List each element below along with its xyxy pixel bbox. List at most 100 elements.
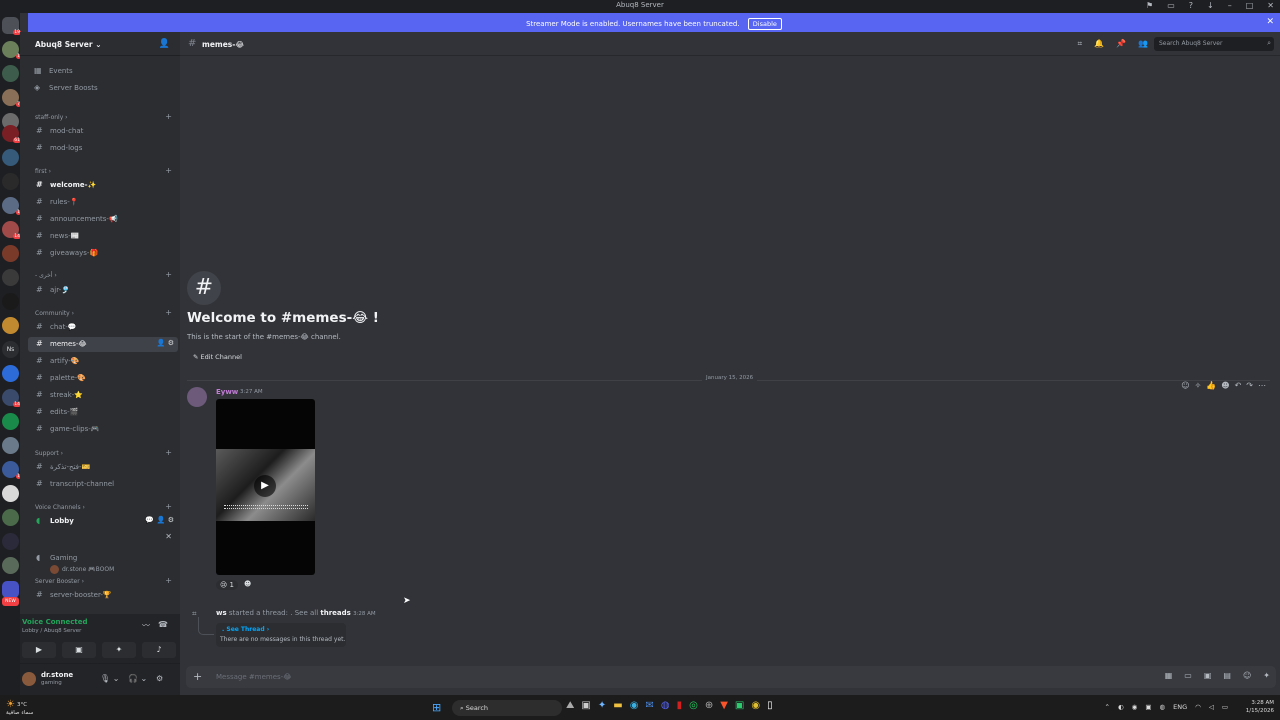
server-icon[interactable] xyxy=(2,293,19,310)
server-icon[interactable] xyxy=(2,413,19,430)
category-voice[interactable]: Voice Channels › xyxy=(35,504,85,511)
close-banner-icon[interactable]: ✕ xyxy=(1266,17,1274,27)
soundboard-button[interactable]: ♪ xyxy=(142,642,176,658)
thumbs-up-icon[interactable]: 👍 xyxy=(1206,381,1216,390)
server-icon[interactable]: 61 xyxy=(2,125,21,143)
member-list-icon[interactable]: 👥 xyxy=(1138,39,1148,49)
whatsapp-icon[interactable]: ◎ xyxy=(689,700,698,711)
server-icon[interactable]: 14 xyxy=(2,221,21,239)
green-app-icon[interactable]: ▣ xyxy=(735,700,744,711)
message-author[interactable]: Eyww xyxy=(216,388,238,396)
add-reaction-icon[interactable]: ☻ xyxy=(1221,381,1229,390)
server-icon[interactable] xyxy=(2,437,19,454)
voice-channel-lobby[interactable]: ◖ Lobby 💬 👤 ⚙ xyxy=(28,514,178,529)
events-item[interactable]: ▦ Events xyxy=(28,64,178,79)
emoji-icon[interactable]: ☺ xyxy=(1243,671,1251,680)
react-icon[interactable]: ☺ xyxy=(1181,381,1189,390)
threads-link[interactable]: threads xyxy=(320,609,350,617)
notification-bell-icon[interactable]: 🔔 xyxy=(1094,39,1104,49)
apps-icon[interactable]: ▦ xyxy=(1165,671,1173,680)
add-channel-icon[interactable]: + xyxy=(165,308,172,317)
activities-icon[interactable]: ✦ xyxy=(1263,671,1270,680)
chrome-icon[interactable]: ◉ xyxy=(751,700,760,711)
pin-icon[interactable]: 📌 xyxy=(1116,39,1126,49)
sticker-icon[interactable]: ▤ xyxy=(1223,671,1231,680)
discord-icon[interactable]: ◍ xyxy=(661,700,670,711)
server-boosts-item[interactable]: ◈ Server Boosts xyxy=(28,81,178,96)
task-view-icon[interactable]: ▣ xyxy=(581,700,590,711)
more-icon[interactable]: ⋯ xyxy=(1258,381,1266,390)
inbox-icon[interactable]: ▭ xyxy=(1167,1,1175,10)
see-all-threads-link[interactable]: See all xyxy=(295,609,318,617)
app-icon[interactable]: ⊕ xyxy=(705,700,713,711)
language-indicator[interactable]: ENG xyxy=(1173,703,1187,711)
windows-start-icon[interactable]: ⊞ xyxy=(432,701,441,714)
avatar[interactable] xyxy=(187,387,207,407)
brave-icon[interactable]: ▼ xyxy=(720,700,728,711)
gif-icon[interactable]: ▣ xyxy=(1204,671,1212,680)
invite-people-icon[interactable]: 👤 xyxy=(159,39,170,49)
server-icon[interactable] xyxy=(2,533,19,550)
channel-artify[interactable]: # artify-🎨 xyxy=(28,354,178,369)
help-icon[interactable]: ? xyxy=(1189,1,1193,10)
channel-news[interactable]: # news-📰 xyxy=(28,229,178,244)
headphones-icon[interactable]: 🎧 ⌄ xyxy=(128,674,147,683)
channel-server-booster[interactable]: # server-booster-🏆 xyxy=(28,588,178,603)
message-input[interactable]: Message #memes-😂 xyxy=(216,673,291,681)
voice-connected-label[interactable]: Voice Connected xyxy=(22,618,88,626)
file-explorer-icon[interactable]: ▬ xyxy=(613,700,622,711)
red-app-icon[interactable]: ▮ xyxy=(677,700,683,711)
add-channel-icon[interactable]: + xyxy=(165,270,172,279)
channel-announcements[interactable]: # announcements-📢 xyxy=(28,212,178,227)
channel-memes[interactable]: # memes-😂 👤 ⚙ xyxy=(28,337,178,352)
battery-icon[interactable]: ▭ xyxy=(1222,703,1228,711)
add-channel-icon[interactable]: + xyxy=(165,112,172,121)
server-icon[interactable]: Ns xyxy=(2,341,19,358)
gift-icon[interactable]: ▭ xyxy=(1184,671,1192,680)
see-thread-link[interactable]: . See Thread › xyxy=(222,626,269,633)
microphone-icon[interactable]: 🎙 ⌄ xyxy=(100,674,119,683)
server-icon[interactable]: 1 xyxy=(2,461,21,479)
server-icon[interactable]: 14 xyxy=(2,389,21,407)
server-icon[interactable]: 1 xyxy=(2,41,21,59)
voice-channel-tools[interactable]: 💬 👤 ⚙ xyxy=(145,516,174,524)
close-window-icon[interactable]: ✕ xyxy=(1267,1,1274,10)
minimize-icon[interactable]: – xyxy=(1228,1,1232,10)
channel-giveaways[interactable]: # giveaways-🎁 xyxy=(28,246,178,261)
user-name[interactable]: dr.stone xyxy=(41,671,73,679)
edge-icon[interactable]: ◉ xyxy=(630,700,639,711)
reply-icon[interactable]: ↶ xyxy=(1235,381,1242,390)
screen-share-button[interactable]: ▣ xyxy=(62,642,96,658)
tray-app-icon[interactable]: ◐ xyxy=(1118,703,1124,711)
volume-icon[interactable]: ◁ xyxy=(1209,703,1214,711)
thread-author[interactable]: ws xyxy=(216,609,227,617)
weather-widget[interactable]: ☀ 3°C سماء صافية xyxy=(6,699,33,716)
channel-ajr[interactable]: # ajr-🎐 xyxy=(28,283,178,298)
chevron-up-icon[interactable]: ⌃ xyxy=(1105,703,1110,711)
tray-app-icon[interactable]: ◉ xyxy=(1132,703,1138,711)
server-header[interactable]: Abuq8 Server ⌄ 👤 xyxy=(20,32,180,56)
server-icon[interactable] xyxy=(2,269,19,286)
download-icon[interactable]: ↓ xyxy=(1207,1,1214,10)
widgets-icon[interactable]: ⛰ xyxy=(566,700,574,711)
channel-edits[interactable]: # edits-🎬 xyxy=(28,405,178,420)
channel-rules[interactable]: # rules-📍 xyxy=(28,195,178,210)
channel-chat[interactable]: # chat-💬 xyxy=(28,320,178,335)
tray-app-icon[interactable]: ◍ xyxy=(1159,703,1165,711)
server-icon[interactable] xyxy=(2,485,19,502)
server-icon[interactable] xyxy=(2,509,19,526)
message-composer[interactable]: + Message #memes-😂 ▦ ▭ ▣ ▤ ☺ ✦ xyxy=(186,666,1276,688)
video-attachment[interactable]: ▶ xyxy=(216,399,315,575)
add-channel-icon[interactable]: + xyxy=(165,576,172,585)
attach-plus-icon[interactable]: + xyxy=(193,670,202,683)
channel-mod-chat[interactable]: # mod-chat xyxy=(28,124,178,139)
category-first[interactable]: first › xyxy=(35,168,51,175)
threads-icon[interactable]: ⌗ xyxy=(1078,39,1083,49)
flag-icon[interactable]: ⚑ xyxy=(1146,1,1153,10)
channel-tools[interactable]: 👤 ⚙ xyxy=(157,339,174,347)
activities-button[interactable]: ✦ xyxy=(102,642,136,658)
disable-streamer-button[interactable]: Disable xyxy=(747,18,782,30)
settings-gear-icon[interactable]: ⚙ xyxy=(156,674,163,683)
play-icon[interactable]: ▶ xyxy=(254,475,276,497)
category-support[interactable]: Support › xyxy=(35,450,63,457)
